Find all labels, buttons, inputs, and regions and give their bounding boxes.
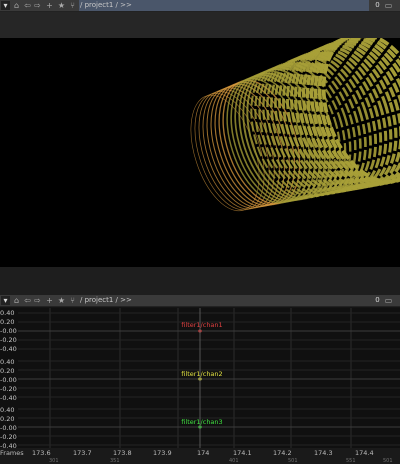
frame-tick: 351: [110, 458, 120, 464]
bookmark-star-icon[interactable]: ★: [57, 296, 66, 305]
y-tick: 0.40: [0, 309, 15, 317]
back-icon[interactable]: ⇦: [23, 296, 32, 305]
home-icon[interactable]: ⌂: [12, 1, 21, 10]
tree-icon[interactable]: ⑂: [68, 296, 77, 305]
time-tick: 173.8: [113, 449, 132, 457]
forward-icon[interactable]: ⇨: [33, 1, 42, 10]
frame-count: 0: [375, 296, 380, 304]
timeline-label: Frames: [0, 449, 24, 457]
frame-tick: 401: [229, 458, 239, 464]
trail-render: [190, 32, 400, 212]
viewer-options-strip: [0, 12, 400, 38]
channel-label: filter1/chan2: [181, 370, 223, 378]
viewer-canvas[interactable]: [0, 32, 400, 267]
tree-icon[interactable]: ⑂: [68, 1, 77, 10]
graph-toolbar: ▾ ⌂ ⇦ ⇨ + ★ ⑂ / project1 / >> 0 ▭: [0, 295, 400, 307]
time-tick: 174.1: [233, 449, 252, 457]
y-tick: -0.00: [0, 327, 17, 335]
maximize-icon[interactable]: ▭: [384, 296, 393, 305]
y-tick: -0.40: [0, 394, 17, 402]
y-tick: 0.20: [0, 318, 15, 326]
time-tick: 173.9: [153, 449, 172, 457]
y-tick: -0.20: [0, 433, 17, 441]
timeline-ruler[interactable]: Frames 173.6 173.7 173.8 173.9 174 174.1…: [0, 448, 400, 464]
path-label: / project1 / >>: [80, 296, 132, 304]
y-tick: -0.00: [0, 376, 17, 384]
frame-tick: 501: [288, 458, 298, 464]
bookmark-star-icon[interactable]: ★: [57, 1, 66, 10]
y-tick: 0.40: [0, 358, 15, 366]
frame-tick: 551: [346, 458, 356, 464]
frame-tick: 301: [49, 458, 59, 464]
y-tick: -0.20: [0, 385, 17, 393]
viewer-footer-strip: [0, 267, 400, 295]
y-tick: -0.40: [0, 345, 17, 353]
home-icon[interactable]: ⌂: [12, 296, 21, 305]
menu-dropdown-icon[interactable]: ▾: [1, 1, 10, 10]
maximize-icon[interactable]: ▭: [384, 1, 393, 10]
forward-icon[interactable]: ⇨: [33, 296, 42, 305]
add-icon[interactable]: +: [45, 296, 54, 305]
time-tick: 173.7: [73, 449, 92, 457]
add-icon[interactable]: +: [45, 1, 54, 10]
time-tick: 173.6: [32, 449, 51, 457]
graph-grid: [18, 308, 400, 456]
channel-label: filter1/chan1: [181, 321, 223, 329]
y-tick: 0.20: [0, 415, 15, 423]
y-tick: -0.20: [0, 336, 17, 344]
time-tick: 174.2: [273, 449, 292, 457]
viewer-toolbar: ▾ ⌂ ⇦ ⇨ + ★ ⑂ / project1 / >> 0 ▭: [0, 0, 400, 12]
y-tick: -0.00: [0, 424, 17, 432]
time-tick: 174: [197, 449, 210, 457]
y-tick: 0.20: [0, 367, 15, 375]
menu-dropdown-icon[interactable]: ▾: [1, 296, 10, 305]
channel-graph[interactable]: 0.40 0.20 -0.00 -0.20 -0.40 filter1/chan…: [0, 308, 400, 456]
time-tick: 174.3: [314, 449, 333, 457]
channel-label: filter1/chan3: [181, 418, 223, 426]
time-tick: 174.4: [355, 449, 374, 457]
frame-tick: 501: [383, 458, 393, 464]
back-icon[interactable]: ⇦: [23, 1, 32, 10]
y-tick: 0.40: [0, 406, 15, 414]
frame-count: 0: [375, 1, 380, 9]
path-label: / project1 / >>: [80, 1, 132, 9]
